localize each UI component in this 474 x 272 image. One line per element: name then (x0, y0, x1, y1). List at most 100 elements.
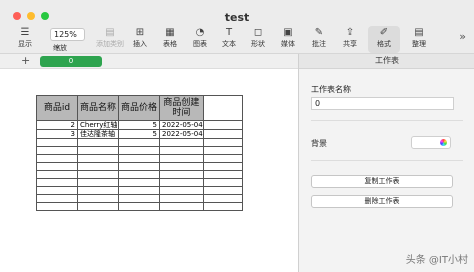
table-cell[interactable] (202, 154, 243, 163)
format-button[interactable]: ✐ 格式 (368, 26, 400, 53)
table-cell[interactable] (202, 120, 243, 130)
text-label: 文本 (222, 40, 236, 48)
table-button[interactable]: ▦ 表格 (155, 26, 185, 53)
table-cell[interactable] (202, 162, 243, 171)
table-cell[interactable] (36, 194, 78, 203)
divider (311, 120, 463, 121)
table-cell[interactable] (77, 162, 119, 171)
header-cell-created[interactable]: 商品创建时间 (159, 95, 204, 121)
delete-sheet-button[interactable]: 删除工作表 (311, 195, 453, 208)
header-cell-price[interactable]: 商品价格 (118, 95, 160, 121)
format-label: 格式 (377, 40, 391, 48)
table-cell[interactable] (118, 202, 160, 211)
table-cell[interactable] (159, 178, 204, 187)
view-label: 显示 (18, 40, 32, 48)
table-cell[interactable] (36, 186, 78, 195)
table-cell[interactable] (77, 170, 119, 179)
table-cell[interactable] (118, 154, 160, 163)
table-cell[interactable] (118, 138, 160, 147)
table-cell[interactable]: 5 (118, 129, 160, 139)
color-wheel-icon[interactable] (440, 139, 447, 146)
shape-button[interactable]: ◻ 形状 (243, 26, 273, 53)
table-cell[interactable] (77, 154, 119, 163)
table-cell[interactable] (77, 186, 119, 195)
table-cell[interactable] (118, 194, 160, 203)
table-cell[interactable] (159, 138, 204, 147)
table-cell[interactable] (36, 146, 78, 155)
sheet-canvas[interactable]: 商品id 商品名称 商品价格 商品创建时间 2 Cherry红轴 5 2022-05-… (0, 69, 298, 272)
comment-button[interactable]: ✎ 批注 (304, 26, 334, 53)
duplicate-sheet-button[interactable]: 复制工作表 (311, 175, 453, 188)
media-button[interactable]: ▣ 媒体 (273, 26, 303, 53)
insert-icon: ⊞ (135, 27, 145, 38)
add-category-icon: ▤ (105, 27, 115, 38)
table-cell[interactable] (202, 202, 243, 211)
header-cell-empty[interactable] (202, 95, 243, 121)
table-cell[interactable]: 2022-05-04 (159, 129, 204, 139)
table-cell[interactable] (159, 154, 204, 163)
table-cell[interactable] (202, 138, 243, 147)
add-sheet-button[interactable]: + (21, 54, 30, 68)
table-cell[interactable] (202, 194, 243, 203)
text-button[interactable]: T 文本 (214, 26, 244, 53)
inspector-tab-sheet[interactable]: 工作表 (299, 54, 474, 69)
table-cell[interactable] (202, 146, 243, 155)
chart-button[interactable]: ◔ 图表 (185, 26, 215, 53)
background-color-well[interactable] (411, 136, 451, 149)
table-cell[interactable] (118, 146, 160, 155)
table-cell[interactable] (118, 186, 160, 195)
table-cell[interactable] (202, 186, 243, 195)
table-cell[interactable] (159, 194, 204, 203)
view-button[interactable]: ☰ 显示 (10, 26, 40, 53)
insert-button[interactable]: ⊞ 插入 (125, 26, 155, 53)
data-table[interactable]: 商品id 商品名称 商品价格 商品创建时间 2 Cherry红轴 5 2022-05-… (36, 95, 243, 211)
table-cell[interactable] (159, 186, 204, 195)
comment-icon: ✎ (314, 27, 324, 38)
table-cell[interactable] (77, 146, 119, 155)
text-icon: T (225, 27, 233, 38)
table-cell[interactable]: 2 (36, 120, 78, 130)
numbers-window: test ☰ 显示 125% ⌄ 缩放 ▤ 添加类别 ⊞ 插入 ▦ 表格 ◔ 图… (0, 0, 474, 272)
table-cell[interactable] (202, 178, 243, 187)
table-cell[interactable] (202, 129, 243, 139)
table-row (36, 170, 243, 179)
table-cell[interactable] (77, 194, 119, 203)
table-cell[interactable] (159, 202, 204, 211)
table-cell[interactable] (77, 178, 119, 187)
table-cell[interactable]: 5 (118, 120, 160, 130)
organize-button[interactable]: ▤ 整理 (404, 26, 434, 53)
table-cell[interactable] (36, 154, 78, 163)
sheet-name-input[interactable]: 0 (311, 97, 454, 110)
table-cell[interactable] (202, 170, 243, 179)
format-brush-icon: ✐ (379, 27, 389, 38)
table-cell[interactable] (36, 170, 78, 179)
table-cell[interactable] (36, 202, 78, 211)
header-cell-name[interactable]: 商品名称 (77, 95, 119, 121)
table-cell[interactable]: 3 (36, 129, 78, 139)
table-cell[interactable] (118, 162, 160, 171)
table-cell[interactable]: 佳达隆茶轴 (77, 129, 119, 139)
table-cell[interactable]: 2022-05-04 (159, 120, 204, 130)
table-cell[interactable] (159, 170, 204, 179)
share-button[interactable]: ⇪ 共享 (335, 26, 365, 53)
background-label: 背景 (311, 139, 327, 148)
zoom-select[interactable]: 125% ⌄ (50, 28, 85, 50)
table-cell[interactable] (36, 162, 78, 171)
table-cell[interactable] (36, 138, 78, 147)
add-category-button[interactable]: ▤ 添加类别 (92, 26, 128, 53)
table-cell[interactable] (36, 178, 78, 187)
table-cell[interactable] (77, 138, 119, 147)
table-cell[interactable] (118, 170, 160, 179)
table-cell[interactable] (159, 146, 204, 155)
more-chevron-icon[interactable]: » (459, 30, 466, 43)
table-cell[interactable] (118, 178, 160, 187)
view-icon: ☰ (20, 27, 30, 38)
sheet-tab-0[interactable]: 0 (40, 56, 102, 67)
share-icon: ⇪ (345, 27, 355, 38)
table-cell[interactable] (77, 202, 119, 211)
format-inspector: 工作表 工作表名称 0 背景 复制工作表 删除工作表 (298, 54, 474, 272)
header-cell-id[interactable]: 商品id (36, 95, 78, 121)
table-cell[interactable]: Cherry红轴 (77, 120, 119, 130)
window-title: test (224, 11, 250, 24)
table-cell[interactable] (159, 162, 204, 171)
